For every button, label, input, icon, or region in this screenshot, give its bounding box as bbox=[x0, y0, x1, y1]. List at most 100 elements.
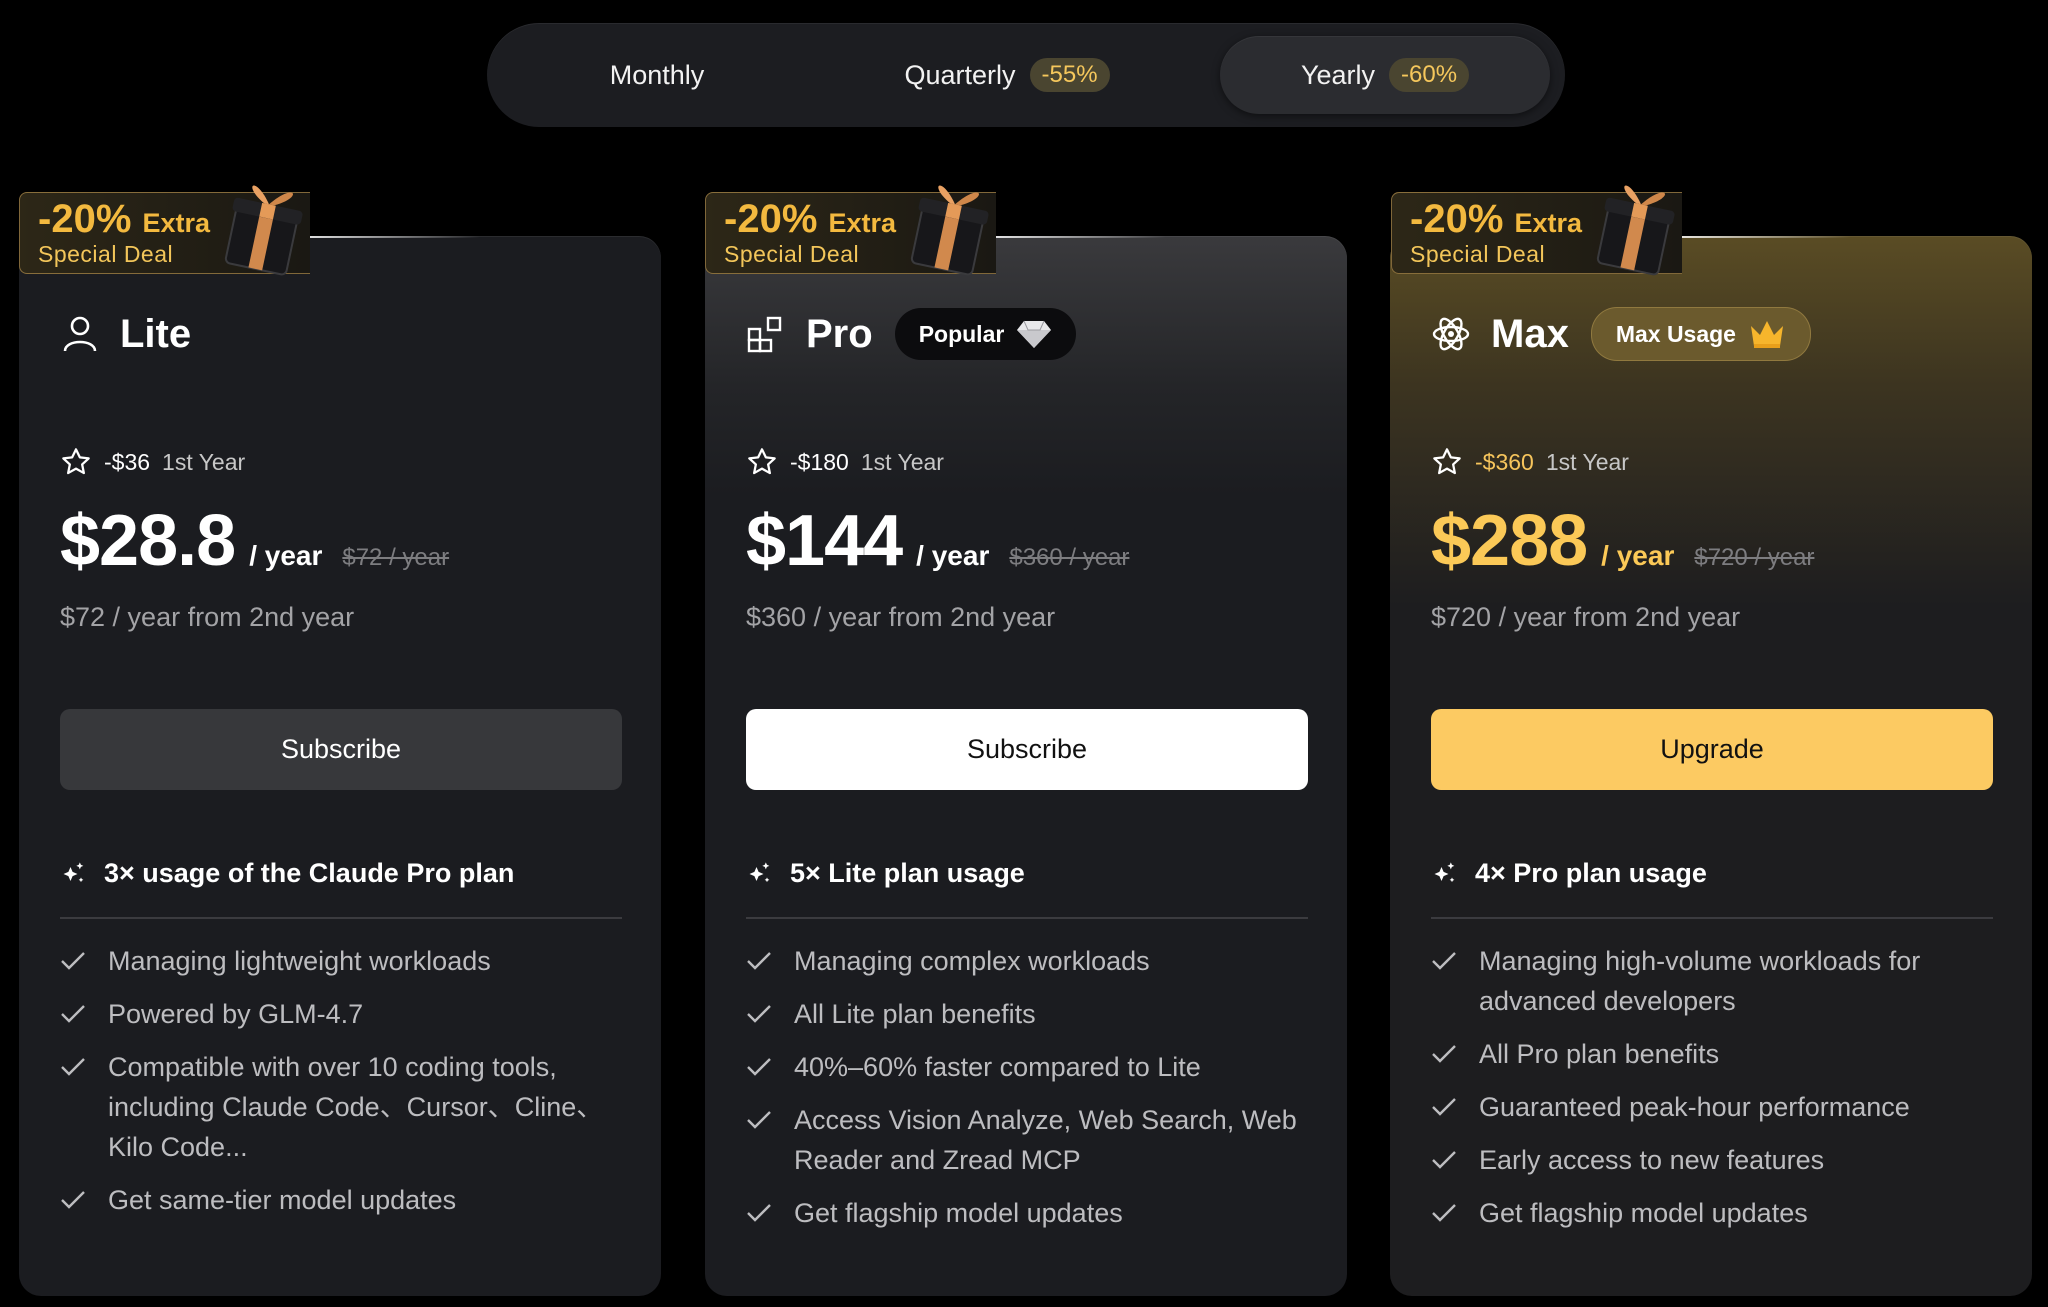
price-period: / year bbox=[249, 540, 323, 571]
savings-suffix: 1st Year bbox=[860, 448, 944, 475]
plan-header-pro: Pro Popular bbox=[746, 306, 1077, 362]
check-icon bbox=[1431, 941, 1459, 981]
feature-text: Access Vision Analyze, Web Search, Web R… bbox=[794, 1105, 1297, 1175]
feature-list: Managing lightweight workloads Powered b… bbox=[60, 928, 622, 1220]
user-icon bbox=[60, 314, 100, 354]
feature-item: Managing high-volume workloads for advan… bbox=[1431, 941, 1993, 1021]
sparkle-icon bbox=[1434, 861, 1455, 882]
check-icon bbox=[746, 941, 774, 981]
deal-subtitle: Special Deal bbox=[724, 241, 860, 267]
deal-extra: Extra bbox=[828, 208, 897, 238]
feature-divider bbox=[746, 917, 1308, 919]
check-icon bbox=[1431, 1140, 1459, 1180]
second-year-price: $72 / year from 2nd year bbox=[60, 602, 355, 632]
feature-item: Managing lightweight workloads bbox=[60, 941, 622, 981]
price-period: / year bbox=[1601, 540, 1675, 571]
toggle-monthly-label: Monthly bbox=[609, 59, 705, 90]
feature-text: All Lite plan benefits bbox=[794, 999, 1036, 1029]
plan-name: Max bbox=[1491, 311, 1569, 356]
price: $288 bbox=[1431, 501, 1588, 581]
feature-item: Get same-tier model updates bbox=[60, 1180, 622, 1220]
feature-text: All Pro plan benefits bbox=[1479, 1039, 1720, 1069]
toggle-monthly[interactable]: Monthly bbox=[507, 36, 807, 114]
check-icon bbox=[746, 1193, 774, 1233]
original-price: $72 / year bbox=[342, 544, 450, 571]
check-icon bbox=[1431, 1193, 1459, 1233]
price-row: $288 / year $720 / year bbox=[1431, 500, 1814, 582]
check-icon bbox=[746, 1100, 774, 1140]
plan-name: Lite bbox=[120, 311, 192, 356]
check-icon bbox=[746, 994, 774, 1034]
feature-heading-text: 4× Pro plan usage bbox=[1475, 858, 1707, 888]
feature-text: Guaranteed peak-hour performance bbox=[1479, 1092, 1910, 1122]
price-row: $28.8 / year $72 / year bbox=[60, 500, 449, 582]
toggle-yearly[interactable]: Yearly -60% bbox=[1220, 36, 1550, 114]
price: $28.8 bbox=[60, 501, 236, 581]
feature-item: Get flagship model updates bbox=[1431, 1193, 1993, 1233]
deal-highlight-line bbox=[1671, 236, 1851, 238]
check-icon bbox=[60, 994, 88, 1034]
feature-text: 40%–60% faster compared to Lite bbox=[794, 1052, 1201, 1082]
star-icon bbox=[62, 448, 90, 475]
sparkle-icon bbox=[749, 861, 770, 882]
deal-percent: -20% bbox=[1410, 197, 1504, 241]
savings-suffix: 1st Year bbox=[162, 448, 246, 475]
deal-highlight-line bbox=[300, 236, 480, 238]
quarterly-discount-badge: -55% bbox=[1029, 58, 1110, 92]
feature-text: Managing lightweight workloads bbox=[108, 946, 491, 976]
feature-item: Managing complex workloads bbox=[746, 941, 1308, 981]
feature-item: Get flagship model updates bbox=[746, 1193, 1308, 1233]
toggle-quarterly-label: Quarterly bbox=[904, 59, 1016, 90]
deal-highlight-line bbox=[986, 236, 1166, 238]
feature-item: Compatible with over 10 coding tools, in… bbox=[60, 1047, 622, 1167]
check-icon bbox=[1431, 1034, 1459, 1074]
check-icon bbox=[60, 1180, 88, 1220]
feature-item: 40%–60% faster compared to Lite bbox=[746, 1047, 1308, 1087]
original-price: $720 / year bbox=[1694, 544, 1815, 571]
feature-heading: 5× Lite plan usage bbox=[746, 858, 1025, 889]
deal-percent: -20% bbox=[38, 197, 132, 241]
subscribe-button[interactable]: Subscribe bbox=[746, 709, 1308, 790]
max-usage-badge-label: Max Usage bbox=[1615, 320, 1736, 347]
feature-item: Guaranteed peak-hour performance bbox=[1431, 1087, 1993, 1127]
deal-extra: Extra bbox=[1514, 208, 1583, 238]
feature-text: Get flagship model updates bbox=[1479, 1198, 1808, 1228]
star-icon bbox=[1433, 448, 1461, 475]
check-icon bbox=[60, 941, 88, 981]
feature-item: All Lite plan benefits bbox=[746, 994, 1308, 1034]
check-icon bbox=[60, 1047, 88, 1087]
feature-item: All Pro plan benefits bbox=[1431, 1034, 1993, 1074]
feature-heading-text: 5× Lite plan usage bbox=[790, 858, 1025, 888]
second-year-price: $360 / year from 2nd year bbox=[746, 602, 1056, 632]
feature-text: Get same-tier model updates bbox=[108, 1185, 457, 1215]
price-row: $144 / year $360 / year bbox=[746, 500, 1129, 582]
feature-list: Managing high-volume workloads for advan… bbox=[1431, 928, 1993, 1233]
yearly-discount-badge: -60% bbox=[1389, 58, 1470, 92]
feature-list: Managing complex workloads All Lite plan… bbox=[746, 928, 1308, 1233]
upgrade-button[interactable]: Upgrade bbox=[1431, 709, 1993, 790]
crown-icon bbox=[1750, 321, 1783, 348]
first-year-savings: -$36 1st Year bbox=[60, 446, 245, 478]
feature-item: Early access to new features bbox=[1431, 1140, 1993, 1180]
plan-header-max: Max Max Usage bbox=[1431, 306, 1811, 362]
first-year-savings: -$180 1st Year bbox=[746, 446, 944, 478]
diamond-icon bbox=[1017, 320, 1052, 348]
plan-header-lite: Lite bbox=[60, 306, 191, 362]
deal-extra: Extra bbox=[142, 208, 211, 238]
price: $144 bbox=[746, 501, 903, 581]
toggle-yearly-label: Yearly bbox=[1300, 59, 1376, 90]
billing-period-toggle: Monthly Quarterly -55% Yearly -60% bbox=[487, 23, 1565, 127]
subscribe-button[interactable]: Subscribe bbox=[60, 709, 622, 790]
feature-divider bbox=[1431, 917, 1993, 919]
feature-text: Managing complex workloads bbox=[794, 946, 1150, 976]
popular-badge-label: Popular bbox=[918, 320, 1005, 347]
gift-icon bbox=[224, 185, 303, 276]
popular-badge: Popular bbox=[894, 308, 1077, 360]
deal-subtitle: Special Deal bbox=[1410, 241, 1546, 267]
feature-text: Early access to new features bbox=[1479, 1145, 1825, 1175]
feature-heading: 4× Pro plan usage bbox=[1431, 858, 1707, 889]
sparkle-icon bbox=[63, 861, 84, 882]
feature-text: Powered by GLM-4.7 bbox=[108, 999, 364, 1029]
star-icon bbox=[748, 448, 776, 475]
toggle-quarterly[interactable]: Quarterly -55% bbox=[857, 36, 1157, 114]
